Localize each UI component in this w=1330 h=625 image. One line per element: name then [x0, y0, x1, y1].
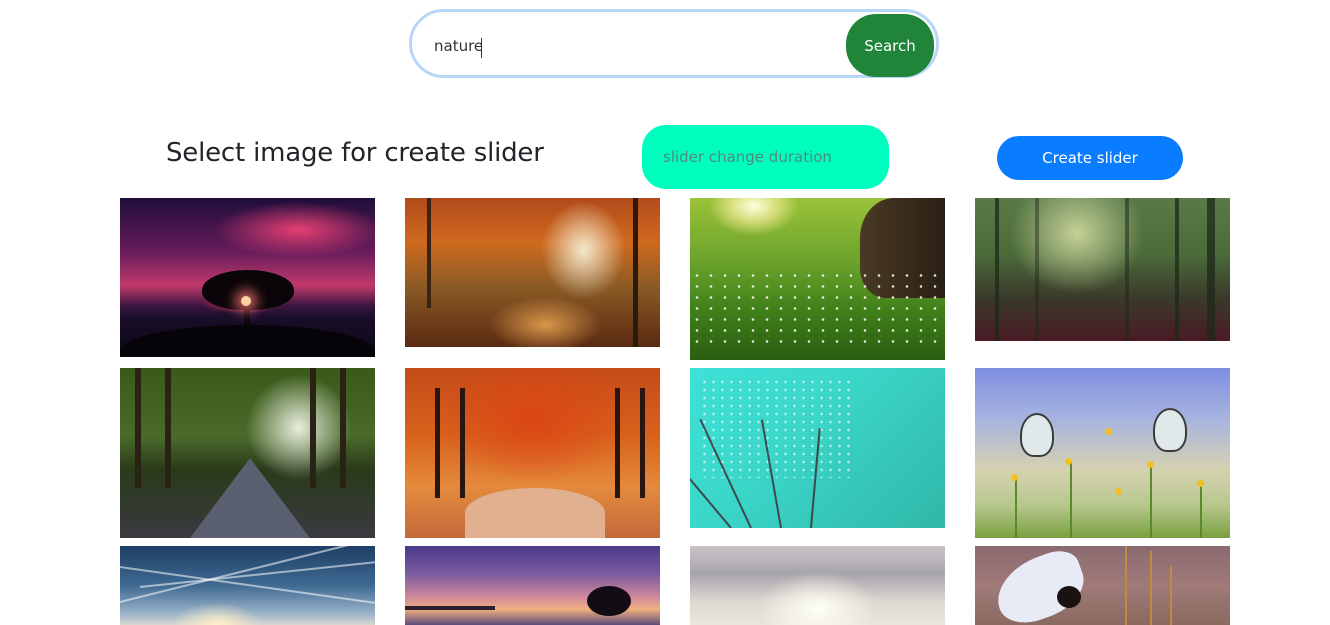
image-alt: forest road with sunbeams through trees — [120, 368, 121, 369]
gallery-image-tree-sunset[interactable]: tree silhouette at sunset over water wit… — [120, 198, 375, 357]
image-alt: purple sunset over calm water with lone … — [405, 546, 406, 547]
text-cursor — [481, 38, 482, 58]
slider-duration-input[interactable] — [642, 125, 889, 189]
gallery-image-purple-sunset[interactable]: purple sunset over calm water with lone … — [405, 546, 660, 625]
image-alt: bird flying near dried branches — [975, 546, 976, 547]
gallery-image-forest-road[interactable]: forest road with sunbeams through trees — [120, 368, 375, 538]
gallery-image-butterflies[interactable]: two white butterflies on yellow flowers — [975, 368, 1230, 538]
create-slider-button[interactable]: Create slider — [997, 136, 1183, 180]
gallery-image-contrails[interactable]: blue sky with contrails and sun — [120, 546, 375, 625]
search-button[interactable]: Search — [846, 14, 934, 77]
image-alt: dandelion seeds with water droplets on t… — [690, 368, 691, 369]
gallery-image-misty-forest[interactable]: misty green forest — [975, 198, 1230, 341]
gallery-image-autumn-path[interactable]: autumn forest path with orange leaves — [405, 198, 660, 347]
page-heading: Select image for create slider — [166, 138, 544, 168]
image-alt: red autumn forest with winding path — [405, 368, 406, 369]
image-alt: bright cloudy sky — [690, 546, 691, 547]
gallery-image-dandelion[interactable]: dandelion seeds with water droplets on t… — [690, 368, 945, 528]
image-alt: autumn forest path with orange leaves — [405, 198, 406, 199]
image-alt: blue sky with contrails and sun — [120, 546, 121, 547]
image-alt: misty green forest — [975, 198, 976, 199]
gallery-image-bright-clouds[interactable]: bright cloudy sky — [690, 546, 945, 625]
gallery-image-sunlit-meadow[interactable]: sunlit green meadow with white flowers a… — [690, 198, 945, 360]
search-input[interactable] — [434, 34, 834, 58]
image-alt: two white butterflies on yellow flowers — [975, 368, 976, 369]
gallery-image-red-forest[interactable]: red autumn forest with winding path — [405, 368, 660, 538]
gallery-image-bird[interactable]: bird flying near dried branches — [975, 546, 1230, 625]
search-bar: Search — [409, 9, 939, 78]
image-alt: sunlit green meadow with white flowers a… — [690, 198, 691, 199]
image-alt: tree silhouette at sunset over water wit… — [120, 198, 121, 199]
